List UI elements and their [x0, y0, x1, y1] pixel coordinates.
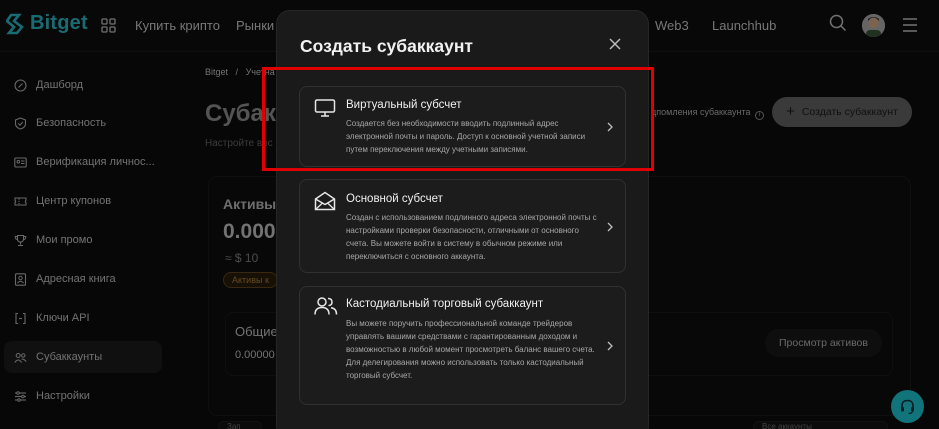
- option-custodial-trading-sub-account[interactable]: Кастодиальный торговый субаккаунт Вы мож…: [299, 286, 626, 405]
- users-icon: [314, 297, 338, 315]
- option-title: Кастодиальный торговый субаккаунт: [346, 298, 544, 310]
- chevron-right-icon: [607, 341, 613, 351]
- option-title: Основной субсчет: [346, 193, 443, 205]
- chevron-right-icon: [607, 222, 613, 232]
- option-main-sub-account[interactable]: Основной субсчет Создан с использованием…: [299, 179, 626, 273]
- envelope-icon: [314, 191, 336, 211]
- close-icon[interactable]: [607, 36, 623, 52]
- option-description: Создан с использованием подлинного адрес…: [346, 213, 597, 261]
- highlight-box: [262, 67, 654, 171]
- option-description: Вы можете поручить профессиональной кома…: [346, 319, 595, 380]
- modal-title: Создать субаккаунт: [300, 36, 473, 56]
